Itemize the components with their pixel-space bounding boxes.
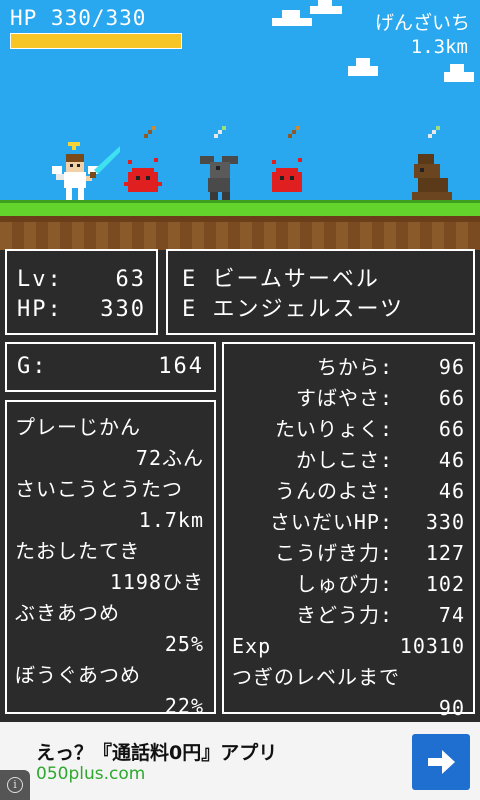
level-value: 63: [115, 267, 146, 292]
equipped-weapon[interactable]: E ビームサーベル: [182, 265, 463, 295]
stat-value: 46: [438, 448, 465, 472]
stat-row-mobility: きどう力: 74: [232, 600, 465, 631]
ad-banner[interactable]: えっ？『通話料0円』アプリ 050plus.com i: [0, 722, 480, 800]
axe-drop-icon: [144, 126, 156, 138]
level-label: Lv:: [17, 267, 63, 292]
stat-row-attack: こうげき力: 127: [232, 538, 465, 569]
gold-value: 164: [158, 354, 204, 379]
records-panel: プレーじかん 72ふん さいこうとうたつ 1.7km たおしたてき 1198ひき…: [5, 400, 216, 718]
stat-label: さいだいHP:: [269, 510, 393, 534]
equipped-mark: E: [182, 267, 198, 292]
stat-row-max-hp: さいだいHP: 330: [232, 507, 465, 538]
record-label: たおしたてき: [15, 539, 141, 563]
equipped-mark: E: [182, 297, 198, 322]
record-value: 25%: [164, 632, 204, 656]
gold-panel: G: 164: [5, 342, 216, 392]
cloud: [444, 64, 474, 82]
record-value: 72ふん: [135, 446, 204, 470]
hp-bar-fill: [11, 34, 181, 48]
stats-panel: ちから: 96 すばやさ: 66 たいりょく: 66 かしこさ: 46 うんのよさ: 46…: [222, 342, 475, 720]
record-label: ぶきあつめ: [15, 601, 120, 625]
stat-value: 102: [425, 572, 465, 596]
arrow-right-icon: [428, 750, 455, 774]
game-scene[interactable]: HP 330/330 げんざいち 1.3km: [0, 0, 480, 250]
stat-label: すばやさ:: [295, 386, 393, 410]
hp-bar: [10, 33, 182, 49]
enemy-slime-sprite: [124, 158, 162, 192]
ground-dirt: [0, 216, 480, 250]
sword-drop-icon: [214, 126, 226, 138]
enemy-mudman-sprite: [412, 154, 452, 200]
exp-row: Exp 10310: [232, 631, 465, 662]
info-icon: i: [7, 777, 23, 793]
stat-value: 96: [438, 355, 465, 379]
cloud: [272, 10, 312, 26]
exp-value: 10310: [399, 634, 465, 658]
hp-readout: HP 330/330: [10, 6, 147, 30]
cloud: [348, 58, 378, 76]
axe-drop-icon: [288, 126, 300, 138]
stat-row-stamina: たいりょく: 66: [232, 414, 465, 445]
stat-row-luck: うんのよさ: 46: [232, 476, 465, 507]
next-level-label: つぎのレベルまで: [232, 665, 400, 689]
stat-row-defense: しゅび力: 102: [232, 569, 465, 600]
record-value: 22%: [164, 694, 204, 718]
hp-label: HP:: [17, 297, 63, 322]
hp-row: HP: 330: [17, 295, 146, 325]
enemy-slime-sprite: [272, 158, 302, 192]
armor-name: エンジェルスーツ: [212, 297, 405, 322]
cloud: [310, 0, 342, 14]
hp-value: 330: [100, 297, 146, 322]
stat-label: たいりょく:: [274, 417, 393, 441]
current-location-label: げんざいち: [374, 12, 470, 34]
gold-label: G:: [17, 354, 48, 379]
stat-value: 46: [438, 479, 465, 503]
enemy-gargoyle-sprite: [200, 156, 238, 200]
stat-label: こうげき力:: [274, 541, 393, 565]
stat-label: ちから:: [316, 355, 393, 379]
equipped-armor[interactable]: E エンジェルスーツ: [182, 295, 463, 325]
stat-value: 127: [425, 541, 465, 565]
level-panel: Lv: 63 HP: 330: [5, 249, 158, 335]
ad-url[interactable]: 050plus.com: [36, 764, 145, 784]
equipment-panel[interactable]: E ビームサーベル E エンジェルスーツ: [166, 249, 475, 335]
hero-sprite: [52, 142, 120, 200]
weapon-name: ビームサーベル: [212, 267, 380, 292]
gold-row: G: 164: [17, 354, 204, 379]
ground-grass: [0, 200, 480, 216]
stat-value: 66: [438, 417, 465, 441]
exp-label: Exp: [232, 634, 272, 658]
stat-row-agility: すばやさ: 66: [232, 383, 465, 414]
sword-drop-icon: [428, 126, 440, 138]
ad-open-button[interactable]: [412, 734, 470, 790]
stat-row-strength: ちから: 96: [232, 352, 465, 383]
stat-value: 66: [438, 386, 465, 410]
stat-row-intelligence: かしこさ: 46: [232, 445, 465, 476]
stat-label: しゅび力:: [295, 572, 393, 596]
stat-label: うんのよさ:: [274, 479, 393, 503]
ad-title[interactable]: えっ？『通話料0円』アプリ: [36, 738, 277, 765]
distance-readout: 1.3km: [410, 36, 468, 58]
stat-value: 330: [425, 510, 465, 534]
record-label: さいこうとうたつ: [15, 477, 183, 501]
record-label: プレーじかん: [15, 415, 141, 439]
record-label: ぼうぐあつめ: [15, 663, 141, 687]
record-value: 1.7km: [138, 508, 204, 532]
stat-value: 74: [438, 603, 465, 627]
next-level-value: 90: [438, 696, 465, 720]
stat-label: かしこさ:: [295, 448, 393, 472]
record-value: 1198ひき: [109, 570, 204, 594]
level-row: Lv: 63: [17, 265, 146, 295]
ad-info-button[interactable]: i: [0, 770, 30, 800]
stat-label: きどう力:: [295, 603, 393, 627]
